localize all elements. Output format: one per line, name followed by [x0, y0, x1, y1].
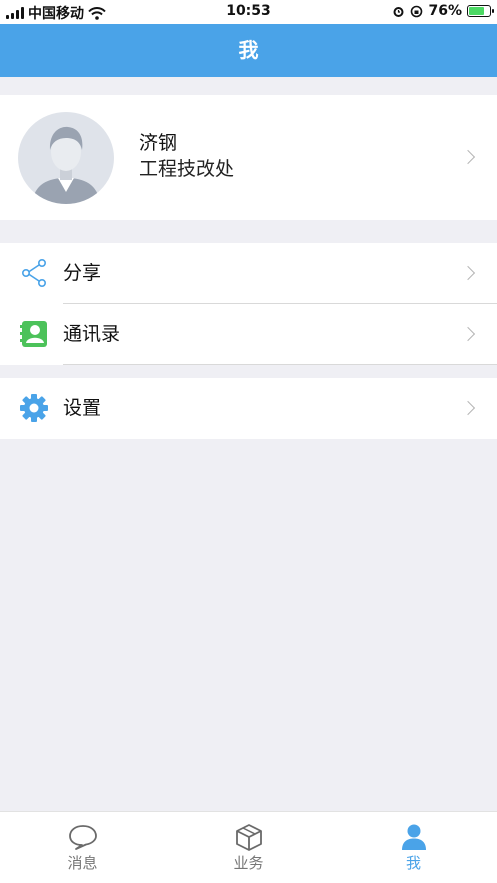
- share-icon: [21, 258, 46, 287]
- battery-icon: [467, 5, 494, 17]
- menu-group-settings: 设置: [0, 378, 497, 439]
- gear-icon: [20, 394, 48, 422]
- chevron-right-icon: [460, 149, 476, 165]
- status-bar: 中国移动 10:53 76%: [0, 0, 497, 24]
- alarm-icon: [393, 6, 404, 17]
- avatar: [18, 112, 114, 204]
- tab-messages[interactable]: 消息: [0, 812, 165, 883]
- menu-item-contacts-label: 通讯录: [63, 323, 121, 345]
- status-right: 76%: [392, 3, 494, 19]
- tab-messages-label: 消息: [67, 854, 98, 872]
- menu-item-settings[interactable]: 设置: [0, 378, 497, 439]
- profile-department: 工程技改处: [139, 158, 235, 180]
- chevron-right-icon: [460, 265, 476, 281]
- battery-fill: [469, 7, 485, 15]
- menu-item-share-label: 分享: [63, 262, 102, 284]
- profile-card[interactable]: 济钢 工程技改处: [0, 95, 497, 220]
- tab-me[interactable]: 我: [331, 812, 496, 883]
- menu-item-share[interactable]: 分享: [0, 243, 497, 304]
- profile-name: 济钢: [139, 132, 178, 154]
- tab-me-label: 我: [405, 854, 421, 872]
- menu-item-contacts[interactable]: 通讯录: [0, 304, 497, 365]
- tab-business[interactable]: 业务: [166, 812, 331, 883]
- tab-business-label: 业务: [233, 854, 264, 872]
- menu-group-primary: 分享 通讯录: [0, 243, 497, 365]
- rotation-lock-icon: [411, 5, 423, 17]
- nav-bar: 我: [0, 24, 497, 77]
- chat-bubble-icon: [69, 825, 97, 850]
- menu-item-settings-label: 设置: [63, 397, 102, 419]
- chevron-right-icon: [460, 326, 476, 342]
- box-icon: [236, 824, 262, 851]
- chevron-right-icon: [460, 400, 476, 416]
- person-icon: [402, 824, 426, 850]
- battery-percent: 76%: [428, 3, 462, 19]
- contacts-icon: [20, 321, 47, 347]
- divider: [63, 364, 497, 365]
- tab-bar: 消息 业务 我: [0, 811, 497, 883]
- page-title: 我: [238, 38, 259, 62]
